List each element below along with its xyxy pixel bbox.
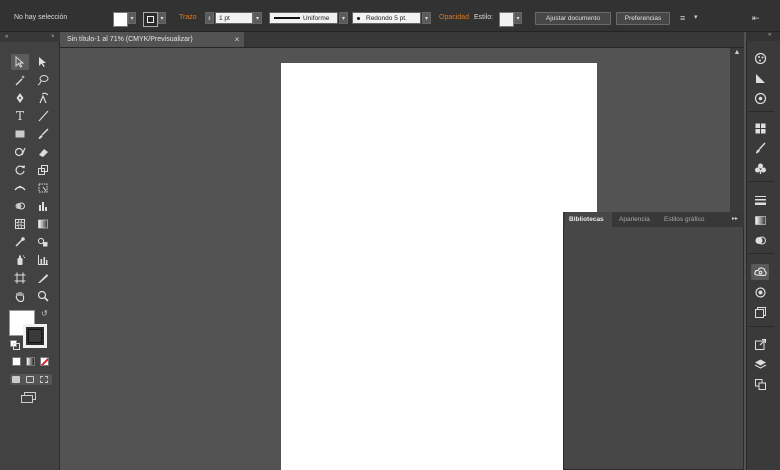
close-document-icon[interactable]: × [232,32,242,47]
dock-collapse-icon[interactable]: » [768,32,771,38]
libraries-panel [563,212,744,470]
fill-dropdown-arrow[interactable]: ▾ [128,12,136,24]
opacity-label[interactable]: Opacidad [439,10,469,26]
gradient-tool-icon[interactable] [34,216,52,232]
stroke-profile-field[interactable]: Uniforme [269,12,338,24]
dock-divider [748,326,774,327]
gradient-panel-icon[interactable] [751,212,769,228]
stroke-profile-label: Uniforme [303,15,330,22]
drawing-modes [10,374,52,385]
tab-appearance[interactable]: Apariencia [619,212,650,227]
rotate-tool-icon[interactable] [11,162,29,178]
artboards-icon[interactable] [751,376,769,392]
libraries-icon[interactable] [751,264,769,280]
type-tool-icon[interactable]: T [11,108,29,124]
column-graph-tool-icon[interactable] [34,252,52,268]
brush-dot-icon [357,16,360,20]
export-assets-icon[interactable] [751,336,769,352]
stroke-label[interactable]: Trazo [179,10,197,26]
hand-tool-icon[interactable] [11,288,29,304]
width-tool-icon[interactable] [11,180,29,196]
control-bar: No hay selección ▾ ▾ Trazo ⇕ 1 pt ▾ Unif… [0,5,780,32]
gradient-mode-button[interactable] [26,357,35,366]
dock-divider [748,253,774,254]
symbol-sprayer-tool-icon[interactable] [11,252,29,268]
curvature-tool-icon[interactable] [34,90,52,106]
selection-tool-icon[interactable] [11,54,29,70]
artboard[interactable] [281,63,597,470]
brushes-icon[interactable] [751,140,769,156]
screen-mode-icon[interactable] [21,392,37,403]
align-options-icon[interactable]: ≡ [680,10,685,26]
close-toolbar-icon[interactable]: × [51,34,55,40]
panel-menu-icon[interactable]: ▸▸ [732,212,738,227]
dock-divider [748,181,774,182]
style-label: Estilo: [474,14,494,21]
draw-normal-icon[interactable] [12,376,20,383]
layers-icon[interactable] [751,356,769,372]
stroke-color-inner [28,329,42,343]
scale-tool-icon[interactable] [34,162,52,178]
tools-panel-handle[interactable]: « × [0,32,60,42]
none-mode-button[interactable] [40,357,49,366]
preferences-button[interactable]: Preferencias [616,12,670,25]
dock-divider [748,111,774,112]
stroke-profile-preview [274,17,300,20]
swatches-icon[interactable] [751,120,769,136]
swap-fill-stroke-icon[interactable]: ↺ [41,309,48,318]
slice-tool-icon[interactable] [34,270,52,286]
appearance-icon[interactable] [751,284,769,300]
color-mode-button[interactable] [12,357,21,366]
tab-libraries[interactable]: Bibliotecas [565,212,612,227]
stroke-weight-field[interactable]: 1 pt [215,12,253,24]
zoom-tool-icon[interactable] [34,288,52,304]
free-transform-tool-icon[interactable] [34,180,52,196]
direct-selection-tool-icon[interactable] [34,54,52,70]
dock-header: » [746,32,780,41]
stroke-profile-dropdown[interactable]: ▾ [339,12,348,24]
tab-graphic-styles[interactable]: Estilos gráfico [664,212,704,227]
draw-inside-icon[interactable] [40,376,48,383]
symbols-icon[interactable] [751,160,769,176]
scroll-up-arrow-icon[interactable]: ▲ [730,48,744,58]
fill-swatch[interactable] [113,12,128,27]
stroke-dropdown-arrow[interactable]: ▾ [158,12,166,24]
collapse-panel-icon[interactable]: ⇤ [752,10,760,26]
brush-definition-dropdown[interactable]: ▾ [422,12,431,24]
pen-tool-icon[interactable] [11,90,29,106]
document-setup-button[interactable]: Ajustar documento [535,12,611,25]
graphic-styles-icon[interactable] [751,304,769,320]
default-fill-stroke-icon[interactable] [10,340,20,350]
color-guide-icon[interactable] [751,70,769,86]
paintbrush-tool-icon[interactable] [34,126,52,142]
brush-definition-field[interactable]: Redondo 5 pt. [352,12,421,24]
stroke-swatch[interactable] [143,12,158,27]
collapse-toolbar-icon[interactable]: « [5,34,8,40]
line-segment-tool-icon[interactable] [34,108,52,124]
graphic-style-dropdown[interactable]: ▾ [514,12,522,24]
graphic-style-swatch[interactable] [499,12,514,27]
blend-tool-icon[interactable] [34,234,52,250]
eraser-tool-icon[interactable] [34,144,52,160]
transparency-icon[interactable] [751,232,769,248]
document-tab[interactable]: Sin título-1 al 71% (CMYK/Previsualizar) [60,32,244,47]
shape-builder-tool-icon[interactable] [11,198,29,214]
stroke-panel-icon[interactable] [751,192,769,208]
selection-status: No hay selección [14,14,68,21]
stroke-weight-dropdown[interactable]: ▾ [253,12,262,24]
graph-tool-icon[interactable] [34,198,52,214]
magic-wand-tool-icon[interactable] [11,72,29,88]
stroke-weight-stepper[interactable]: ⇕ [205,12,214,24]
mesh-tool-icon[interactable] [11,216,29,232]
draw-behind-icon[interactable] [26,376,34,383]
artboard-tool-icon[interactable] [11,270,29,286]
lasso-tool-icon[interactable] [34,72,52,88]
brush-definition-label: Redondo 5 pt. [366,15,407,22]
shaper-tool-icon[interactable] [11,144,29,160]
rectangle-tool-icon[interactable] [11,126,29,142]
color-themes-icon[interactable] [751,90,769,106]
color-panel-icon[interactable] [751,50,769,66]
control-bar-menu-icon[interactable]: ▾ [694,10,698,26]
eyedropper-tool-icon[interactable] [11,234,29,250]
